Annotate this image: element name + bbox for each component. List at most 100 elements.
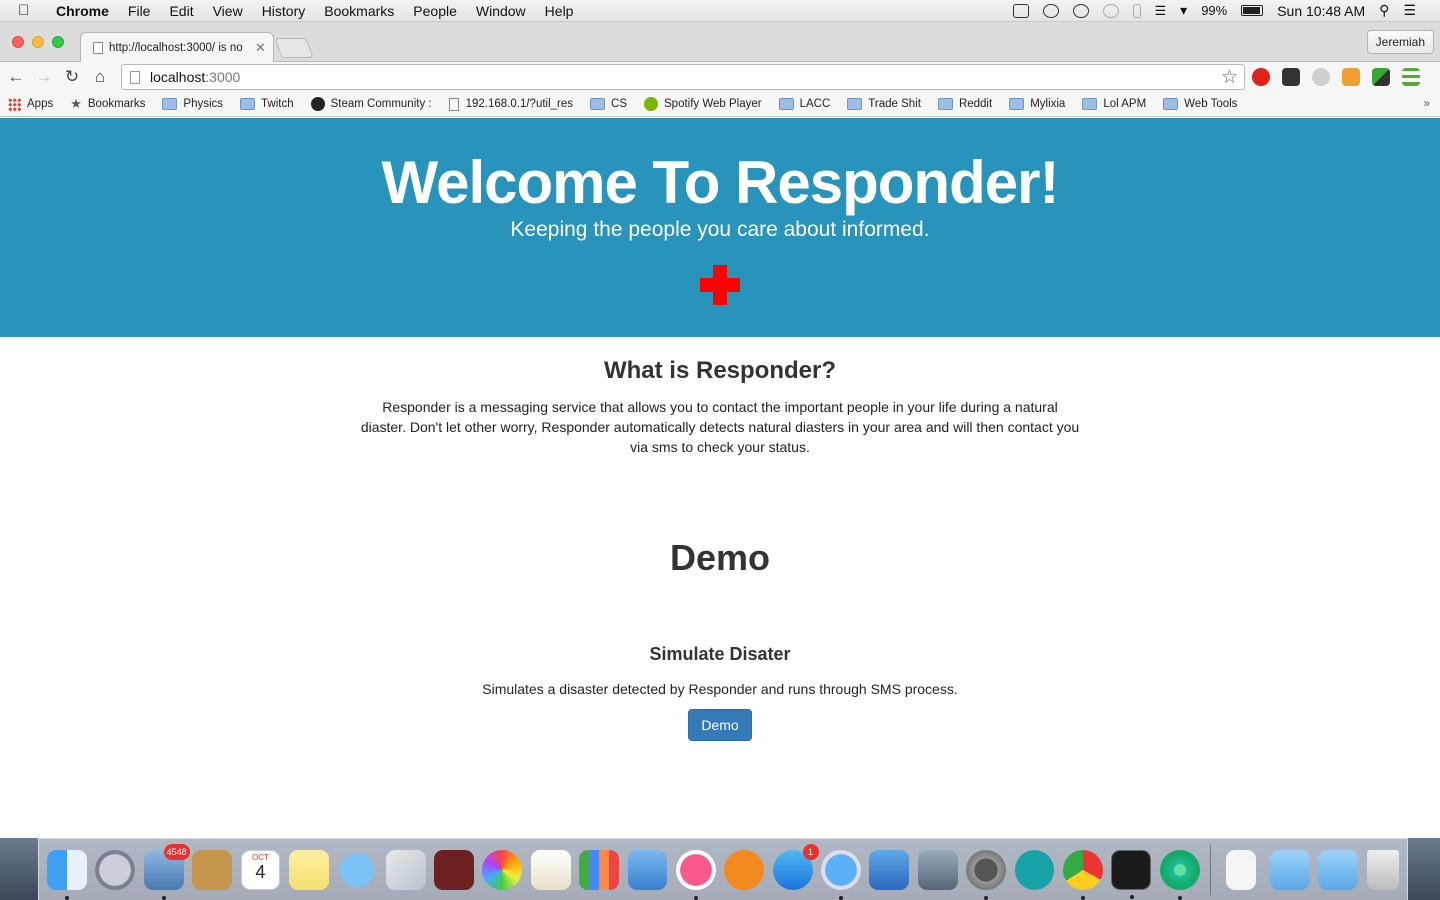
bluetooth-icon[interactable] <box>1132 3 1141 18</box>
forward-icon[interactable]: → <box>32 67 56 87</box>
url-port: :3000 <box>205 69 241 85</box>
profile-button[interactable]: Jeremiah <box>1366 30 1434 54</box>
xcode-icon[interactable] <box>869 849 910 890</box>
reload-icon[interactable]: ↻ <box>60 67 84 87</box>
ublock-icon[interactable] <box>1252 68 1270 86</box>
demo-button[interactable]: Demo <box>688 709 752 741</box>
app-store-icon[interactable]: 1 <box>772 843 819 890</box>
bookmark-cs[interactable]: CS <box>590 98 627 110</box>
bookmark-physics[interactable]: Physics <box>162 98 223 110</box>
menu-edit[interactable]: Edit <box>169 3 193 19</box>
image-capture-icon[interactable] <box>917 849 958 890</box>
menu-file[interactable]: File <box>128 3 151 19</box>
photo-booth-icon[interactable] <box>434 849 474 890</box>
extension-glasses-icon[interactable] <box>1282 68 1300 86</box>
bookmark-label: Steam Community : <box>330 98 432 110</box>
address-bar[interactable]: localhost:3000 ☆ <box>121 64 1245 90</box>
itunes-icon[interactable] <box>675 849 716 900</box>
wifi-icon[interactable]: ☰ <box>1155 3 1167 19</box>
bookmark-label: 192.168.0.1/?util_res <box>465 98 574 110</box>
extension-gray-icon[interactable] <box>1312 68 1330 86</box>
menu-window[interactable]: Window <box>476 3 526 19</box>
chrome-menu-icon[interactable] <box>1402 68 1420 86</box>
home-icon[interactable]: ⌂ <box>88 67 112 87</box>
notes-icon[interactable] <box>288 849 329 890</box>
bookmark-label: Physics <box>183 98 224 110</box>
finder-icon[interactable] <box>47 849 87 900</box>
safari-icon[interactable] <box>821 849 861 900</box>
bookmark-bookmarks[interactable]: ★ Bookmarks <box>70 96 145 112</box>
eyedropper-icon[interactable] <box>1372 68 1390 86</box>
battery-icon[interactable] <box>1241 5 1264 16</box>
zoom-window-button[interactable] <box>52 36 64 48</box>
volume-icon[interactable]: ▾ <box>1180 2 1187 19</box>
bookmark-mylixia[interactable]: Mylixia <box>1009 98 1065 110</box>
bookmark-label: Bookmarks <box>87 98 146 110</box>
close-window-button[interactable] <box>12 36 24 48</box>
mail-icon[interactable]: 4548 <box>143 843 190 900</box>
bookmark-lol-apm[interactable]: Lol APM <box>1082 98 1146 110</box>
bookmark-steam[interactable]: Steam Community : <box>310 97 432 111</box>
menu-history[interactable]: History <box>262 3 306 19</box>
terminal-icon[interactable] <box>1111 849 1152 899</box>
preview-icon[interactable] <box>385 849 426 890</box>
bookmark-label: Web Tools <box>1184 98 1238 110</box>
do-not-disturb-icon[interactable] <box>1042 3 1059 18</box>
back-icon[interactable]: ← <box>4 67 28 87</box>
document-icon[interactable] <box>1226 849 1256 890</box>
calendar-month: OCT <box>251 852 269 862</box>
simulate-description: Simulates a disaster detected by Respond… <box>482 681 958 697</box>
browser-toolbar: ← → ↻ ⌂ localhost:3000 ☆ <box>0 62 1440 92</box>
bookmark-trade-shit[interactable]: Trade Shit <box>847 98 921 110</box>
photos-icon[interactable] <box>482 849 523 890</box>
dock-separator <box>1210 844 1211 895</box>
menu-bookmarks[interactable]: Bookmarks <box>324 3 394 19</box>
bookmark-label: LACC <box>799 98 831 110</box>
minimize-window-button[interactable] <box>32 36 44 48</box>
system-preferences-icon[interactable] <box>966 849 1006 900</box>
bookmark-twitch[interactable]: Twitch <box>240 98 294 110</box>
app-store-badge: 1 <box>802 843 819 860</box>
chrome-icon[interactable] <box>1062 849 1103 900</box>
steam-icon <box>310 97 325 111</box>
bookmark-reddit[interactable]: Reddit <box>937 98 992 110</box>
documents-folder-icon[interactable] <box>1318 849 1359 890</box>
page-info-icon[interactable] <box>130 70 140 84</box>
notification-center-icon[interactable]: ☰ <box>1403 2 1416 19</box>
clock[interactable]: Sun 10:48 AM <box>1277 3 1365 19</box>
bookmarks-overflow-icon[interactable]: » <box>1424 98 1430 110</box>
bookmark-label: Lol APM <box>1103 98 1147 110</box>
keynote-icon[interactable] <box>627 849 668 890</box>
numbers-icon[interactable] <box>579 849 619 890</box>
extension-honey-icon[interactable] <box>1342 68 1360 86</box>
ibooks-icon[interactable] <box>724 849 765 890</box>
tab-active[interactable]: http://localhost:3000/ is no ✕ <box>80 32 274 62</box>
launchpad-icon[interactable] <box>95 849 136 890</box>
bookmark-router[interactable]: 192.168.0.1/?util_res <box>448 97 574 111</box>
hangouts-icon[interactable] <box>1072 3 1089 18</box>
bookmark-spotify[interactable]: Spotify Web Player <box>644 97 762 111</box>
calendar-icon[interactable]: OCT 4 <box>240 849 281 890</box>
contacts-icon[interactable] <box>192 849 232 890</box>
bookmark-star-icon[interactable]: ☆ <box>1221 66 1238 89</box>
trash-icon[interactable] <box>1366 849 1399 890</box>
time-machine-icon[interactable] <box>1102 3 1119 18</box>
bookmark-web-tools[interactable]: Web Tools <box>1163 98 1237 110</box>
menu-people[interactable]: People <box>413 3 457 19</box>
messages-icon[interactable] <box>337 849 378 890</box>
atom-icon[interactable] <box>1159 849 1200 900</box>
menu-help[interactable]: Help <box>545 3 574 19</box>
spotlight-icon[interactable]: ⚲ <box>1379 2 1389 19</box>
menu-view[interactable]: View <box>213 3 243 19</box>
close-tab-icon[interactable]: ✕ <box>255 40 266 56</box>
pages-icon[interactable] <box>530 849 571 890</box>
bookmark-lacc[interactable]: LACC <box>778 98 831 110</box>
new-tab-button[interactable] <box>274 38 314 58</box>
airplay-icon[interactable] <box>1012 3 1029 18</box>
bookmark-apps[interactable]: Apps <box>8 97 53 111</box>
apple-menu-icon[interactable]:  <box>18 2 38 19</box>
menu-app-chrome[interactable]: Chrome <box>56 3 109 19</box>
folder-icon <box>590 98 606 110</box>
downloads-folder-icon[interactable] <box>1269 849 1310 890</box>
arduino-icon[interactable] <box>1014 849 1055 890</box>
